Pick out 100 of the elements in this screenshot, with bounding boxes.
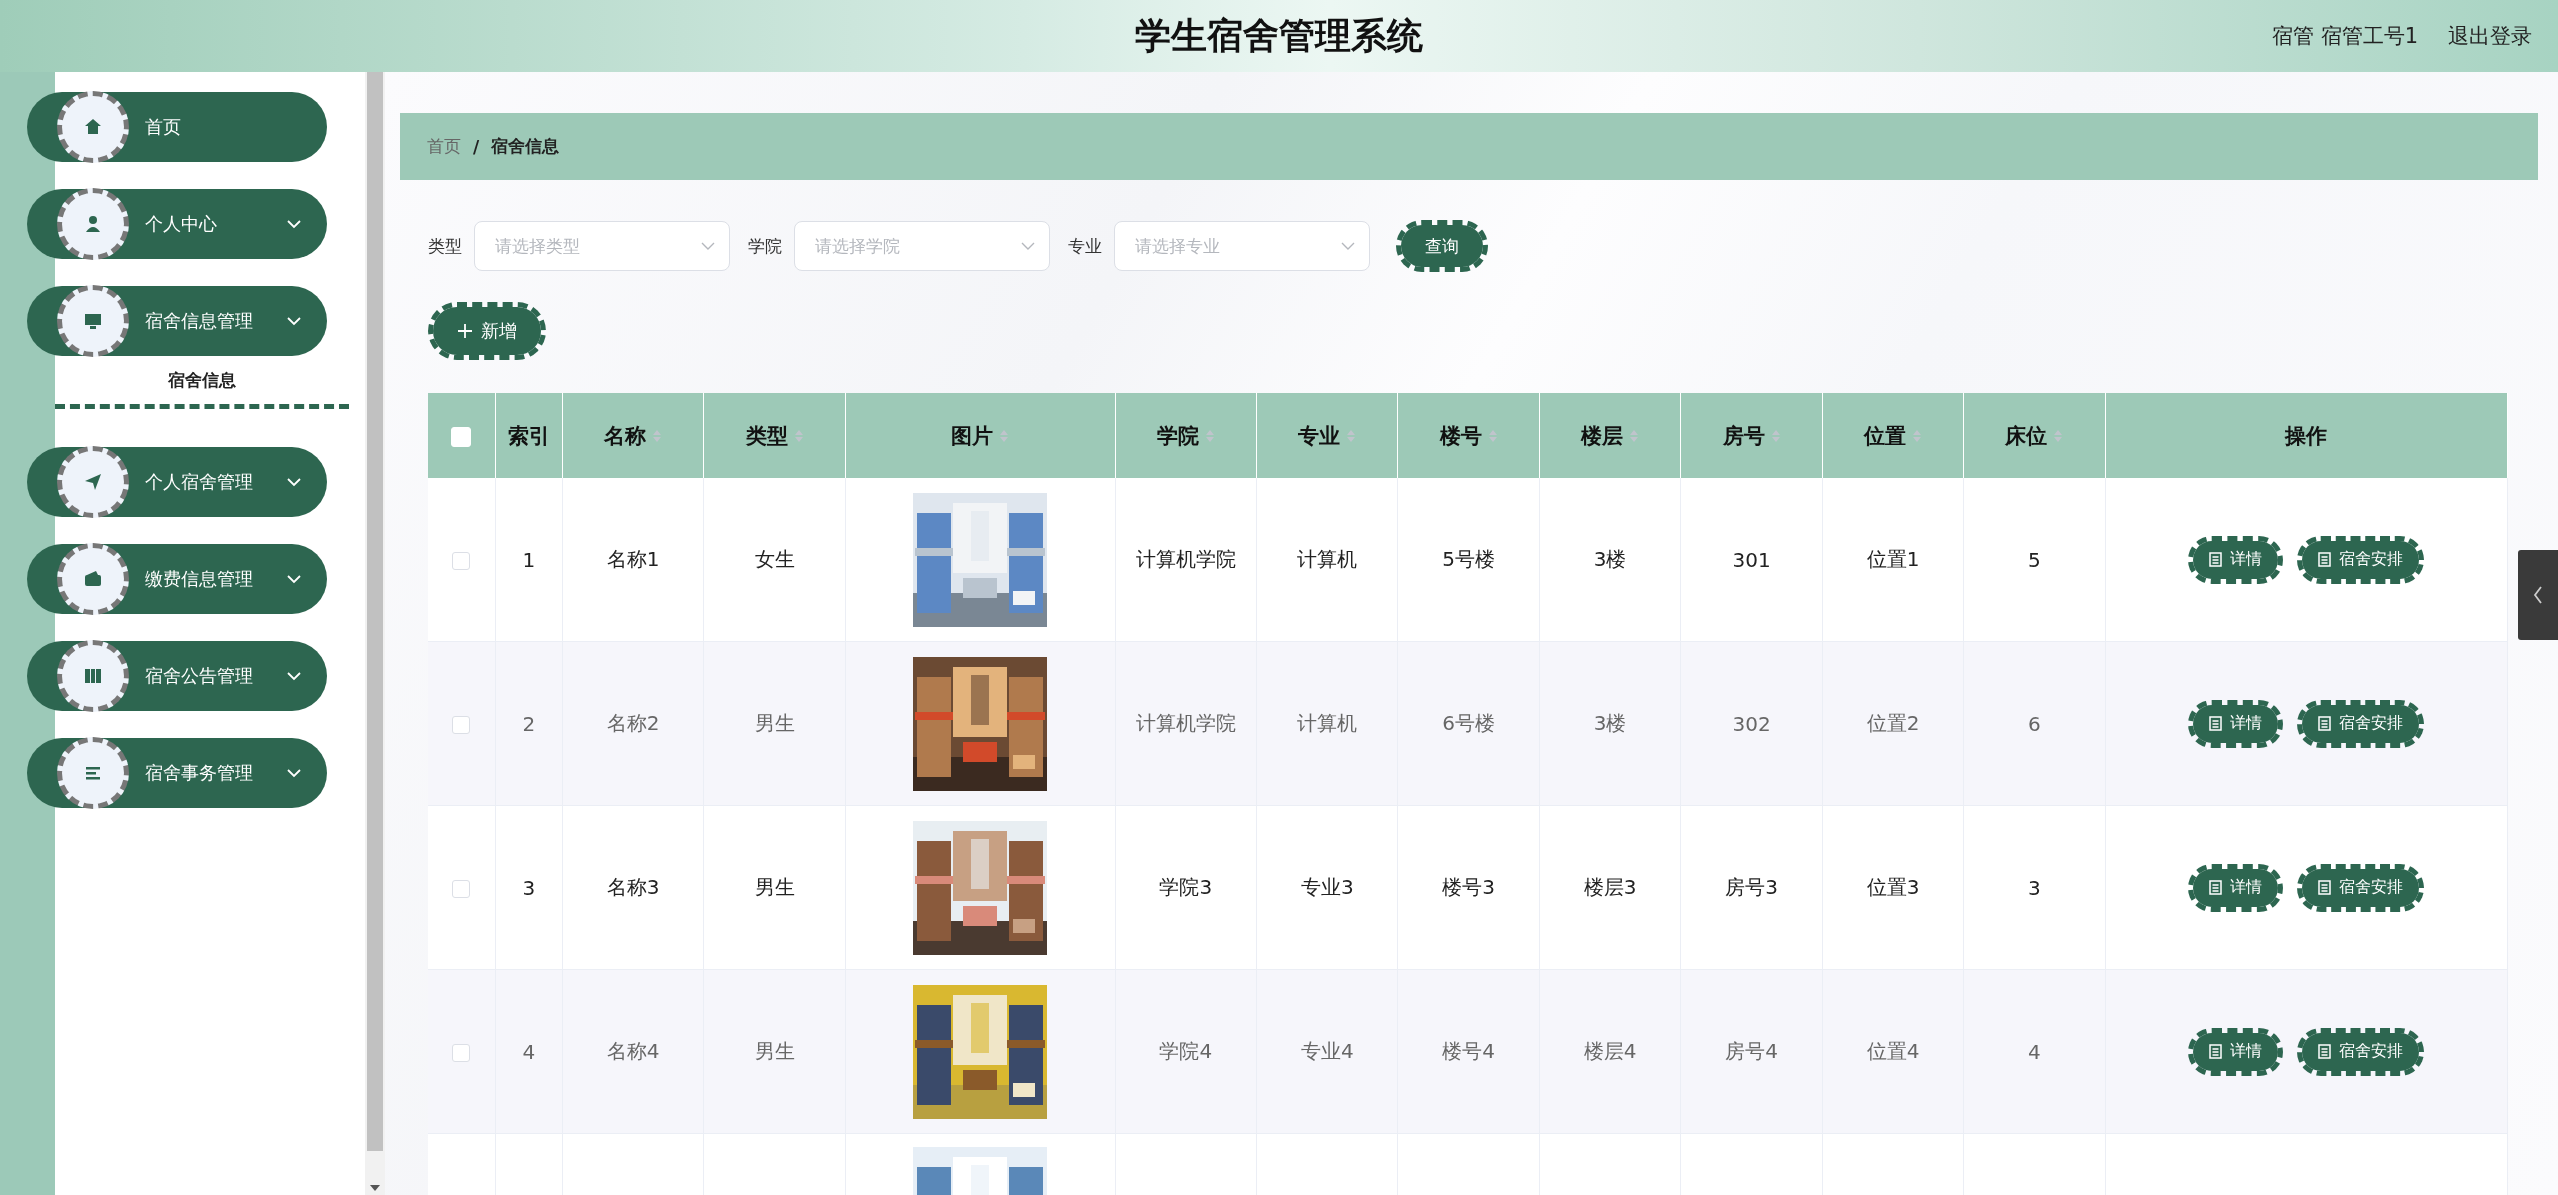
table-cell: 名称3 — [606, 875, 660, 899]
table-cell: 楼层4 — [1583, 1039, 1637, 1063]
table-cell: 楼号4 — [1442, 1039, 1496, 1063]
table-cell: 位置3 — [1866, 875, 1920, 899]
user-label: 宿管 宿管工号1 — [2271, 23, 2418, 50]
action-button[interactable]: 详情 — [2188, 699, 2284, 748]
row-checkbox[interactable] — [452, 880, 471, 898]
select-all-checkbox[interactable] — [451, 426, 472, 447]
book-icon — [57, 640, 129, 712]
column-header[interactable]: 类型 — [745, 421, 788, 450]
table-cell: 位置2 — [1866, 711, 1920, 735]
action-button[interactable]: 详情 — [2188, 535, 2284, 584]
action-button[interactable]: 宿舍安排 — [2297, 863, 2425, 912]
chevron-icon — [287, 574, 301, 584]
scroll-down-icon[interactable] — [370, 1185, 380, 1191]
document-icon — [2209, 1044, 2223, 1059]
chevron-icon — [1021, 242, 1035, 250]
menu-item[interactable]: 个人中心 — [27, 189, 327, 259]
column-header[interactable]: 图片 — [951, 421, 994, 450]
table-cell: 6号楼 — [1442, 711, 1496, 735]
action-button[interactable]: 宿舍安排 — [2297, 699, 2425, 748]
breadcrumb-separator: / — [473, 136, 480, 157]
table-cell: 名称1 — [606, 547, 660, 571]
menu-item[interactable]: 宿舍事务管理 — [27, 738, 327, 808]
table-cell: 房号3 — [1725, 875, 1778, 899]
document-icon — [2209, 880, 2223, 895]
table-cell: 楼层3 — [1583, 875, 1637, 899]
home-icon — [57, 91, 129, 163]
menu-item[interactable]: 个人宿舍管理 — [27, 447, 327, 517]
column-header[interactable]: 床位 — [2005, 421, 2048, 450]
document-icon — [2318, 880, 2332, 895]
table-cell: 3 — [522, 875, 536, 900]
breadcrumb-current: 宿舍信息 — [491, 135, 560, 158]
chevron-icon — [287, 477, 301, 487]
user-icon — [57, 188, 129, 260]
row-checkbox[interactable] — [452, 552, 471, 570]
table-cell: 房号4 — [1725, 1039, 1778, 1063]
chevron-icon — [1341, 242, 1355, 250]
document-icon — [2209, 552, 2223, 567]
menu-item[interactable]: 宿舍信息管理 — [27, 286, 327, 356]
column-header: 操作 — [2285, 422, 2328, 450]
wallet-icon — [57, 543, 129, 615]
table-cell: 楼号3 — [1442, 875, 1496, 899]
list-icon — [57, 737, 129, 809]
table-cell: 专业3 — [1300, 875, 1354, 899]
table-cell: 男生 — [754, 875, 795, 899]
column-header[interactable]: 位置 — [1864, 421, 1906, 450]
table-cell: 5号楼 — [1442, 547, 1496, 571]
monitor-icon — [57, 285, 129, 357]
table-cell: 学院4 — [1159, 1039, 1213, 1063]
column-header[interactable]: 楼层 — [1581, 421, 1624, 450]
action-button[interactable]: 宿舍安排 — [2297, 1027, 2425, 1076]
table-cell: 计算机 — [1297, 711, 1358, 735]
document-icon — [2318, 1044, 2332, 1059]
add-button[interactable]: 新增 — [428, 302, 546, 360]
menu-item[interactable]: 宿舍公告管理 — [27, 641, 327, 711]
column-header[interactable]: 名称 — [604, 421, 647, 450]
chevron-icon — [701, 242, 715, 250]
table-cell: 3 — [2028, 875, 2041, 900]
table-cell: 专业4 — [1300, 1039, 1354, 1063]
document-icon — [2318, 716, 2332, 731]
table-cell: 1 — [522, 547, 536, 572]
paper-plane-icon — [57, 446, 129, 518]
row-checkbox[interactable] — [452, 1044, 471, 1062]
search-button[interactable]: 查询 — [1396, 220, 1488, 272]
plus-icon — [457, 323, 473, 339]
table-cell: 学院3 — [1159, 875, 1213, 899]
document-icon — [2209, 716, 2223, 731]
action-button[interactable]: 详情 — [2188, 1027, 2284, 1076]
table-cell: 计算机学院 — [1135, 547, 1236, 571]
filter-label: 专业 — [1068, 234, 1102, 258]
column-header[interactable]: 房号 — [1722, 421, 1765, 450]
table-cell: 2 — [522, 711, 536, 736]
column-header[interactable]: 学院 — [1156, 421, 1199, 450]
menu-item[interactable]: 首页 — [27, 92, 327, 162]
chevron-icon — [287, 768, 301, 778]
table-cell: 位置1 — [1866, 547, 1920, 571]
table-cell: 计算机 — [1297, 547, 1358, 571]
chevron-icon — [287, 219, 301, 229]
filter-label: 类型 — [428, 234, 462, 258]
table-cell: 位置4 — [1866, 1039, 1920, 1063]
table-cell: 301 — [1732, 547, 1771, 572]
column-header: 索引 — [507, 422, 550, 450]
table-cell: 4 — [2028, 1039, 2041, 1064]
chevron-icon — [287, 671, 301, 681]
logout-link[interactable]: 退出登录 — [2448, 22, 2532, 50]
app-title: 学生宿舍管理系统 — [1135, 13, 1423, 58]
table-cell: 3楼 — [1593, 711, 1627, 735]
document-icon — [2318, 552, 2332, 567]
action-button[interactable]: 详情 — [2188, 863, 2284, 912]
menu-item[interactable]: 缴费信息管理 — [27, 544, 327, 614]
table-cell: 4 — [522, 1039, 536, 1064]
column-header[interactable]: 专业 — [1298, 421, 1341, 450]
table-cell: 男生 — [754, 1039, 795, 1063]
scrollbar-thumb[interactable] — [367, 72, 383, 1151]
action-button[interactable]: 宿舍安排 — [2297, 535, 2425, 584]
row-checkbox[interactable] — [452, 716, 471, 734]
table-cell: 302 — [1732, 711, 1771, 736]
column-header[interactable]: 楼号 — [1439, 421, 1482, 450]
table-cell: 计算机学院 — [1135, 711, 1236, 735]
